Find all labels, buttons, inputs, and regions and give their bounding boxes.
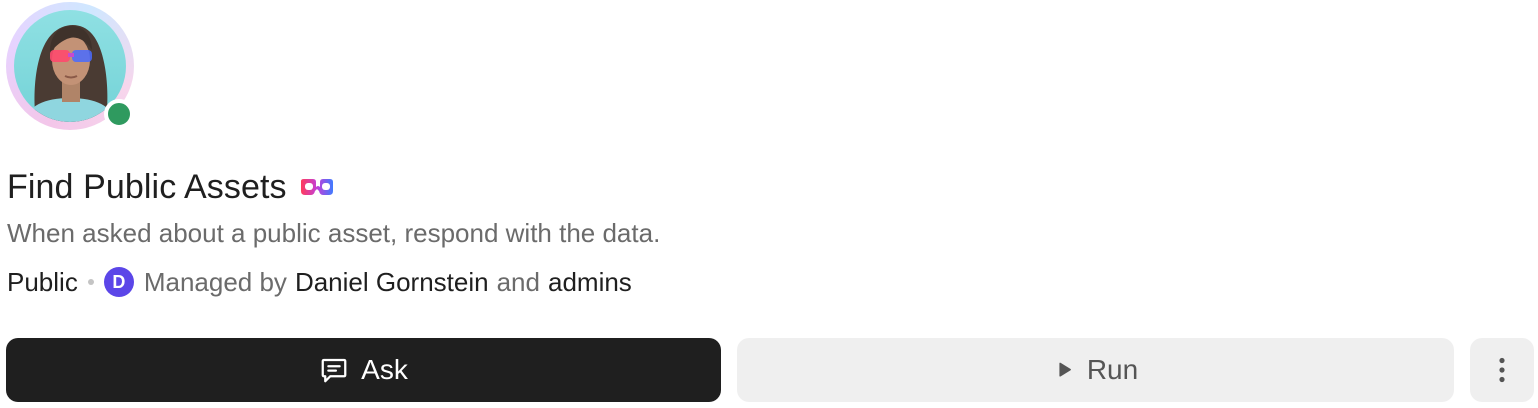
agent-title: Find Public Assets	[7, 167, 287, 206]
agent-avatar[interactable]	[6, 2, 134, 130]
managed-by-label: Managed by	[143, 266, 287, 297]
online-status-indicator	[104, 99, 134, 129]
separator-dot	[87, 279, 94, 285]
message-square-icon	[319, 355, 349, 385]
agent-description: When asked about a public asset, respond…	[7, 218, 661, 248]
agent-card: Find Public Assets When asked about a pu…	[0, 0, 1538, 408]
title-row: Find Public Assets	[7, 166, 335, 208]
ask-button-label: Ask	[361, 354, 408, 385]
more-vertical-icon	[1498, 357, 1506, 383]
run-button[interactable]: Run	[737, 338, 1454, 402]
mask-glasses-icon	[299, 177, 335, 197]
run-button-label: Run	[1086, 354, 1139, 385]
owner-avatar[interactable]: D	[103, 267, 134, 297]
more-options-button[interactable]	[1470, 338, 1534, 402]
conjunction-label: and	[496, 266, 540, 297]
play-icon	[1053, 359, 1075, 381]
ask-button[interactable]: Ask	[6, 338, 721, 402]
agent-meta: Public D Managed by Daniel Gornstein and…	[7, 264, 632, 300]
visibility-label: Public	[7, 266, 78, 297]
admins-link[interactable]: admins	[548, 267, 632, 298]
owner-name-link[interactable]: Daniel Gornstein	[295, 267, 489, 298]
